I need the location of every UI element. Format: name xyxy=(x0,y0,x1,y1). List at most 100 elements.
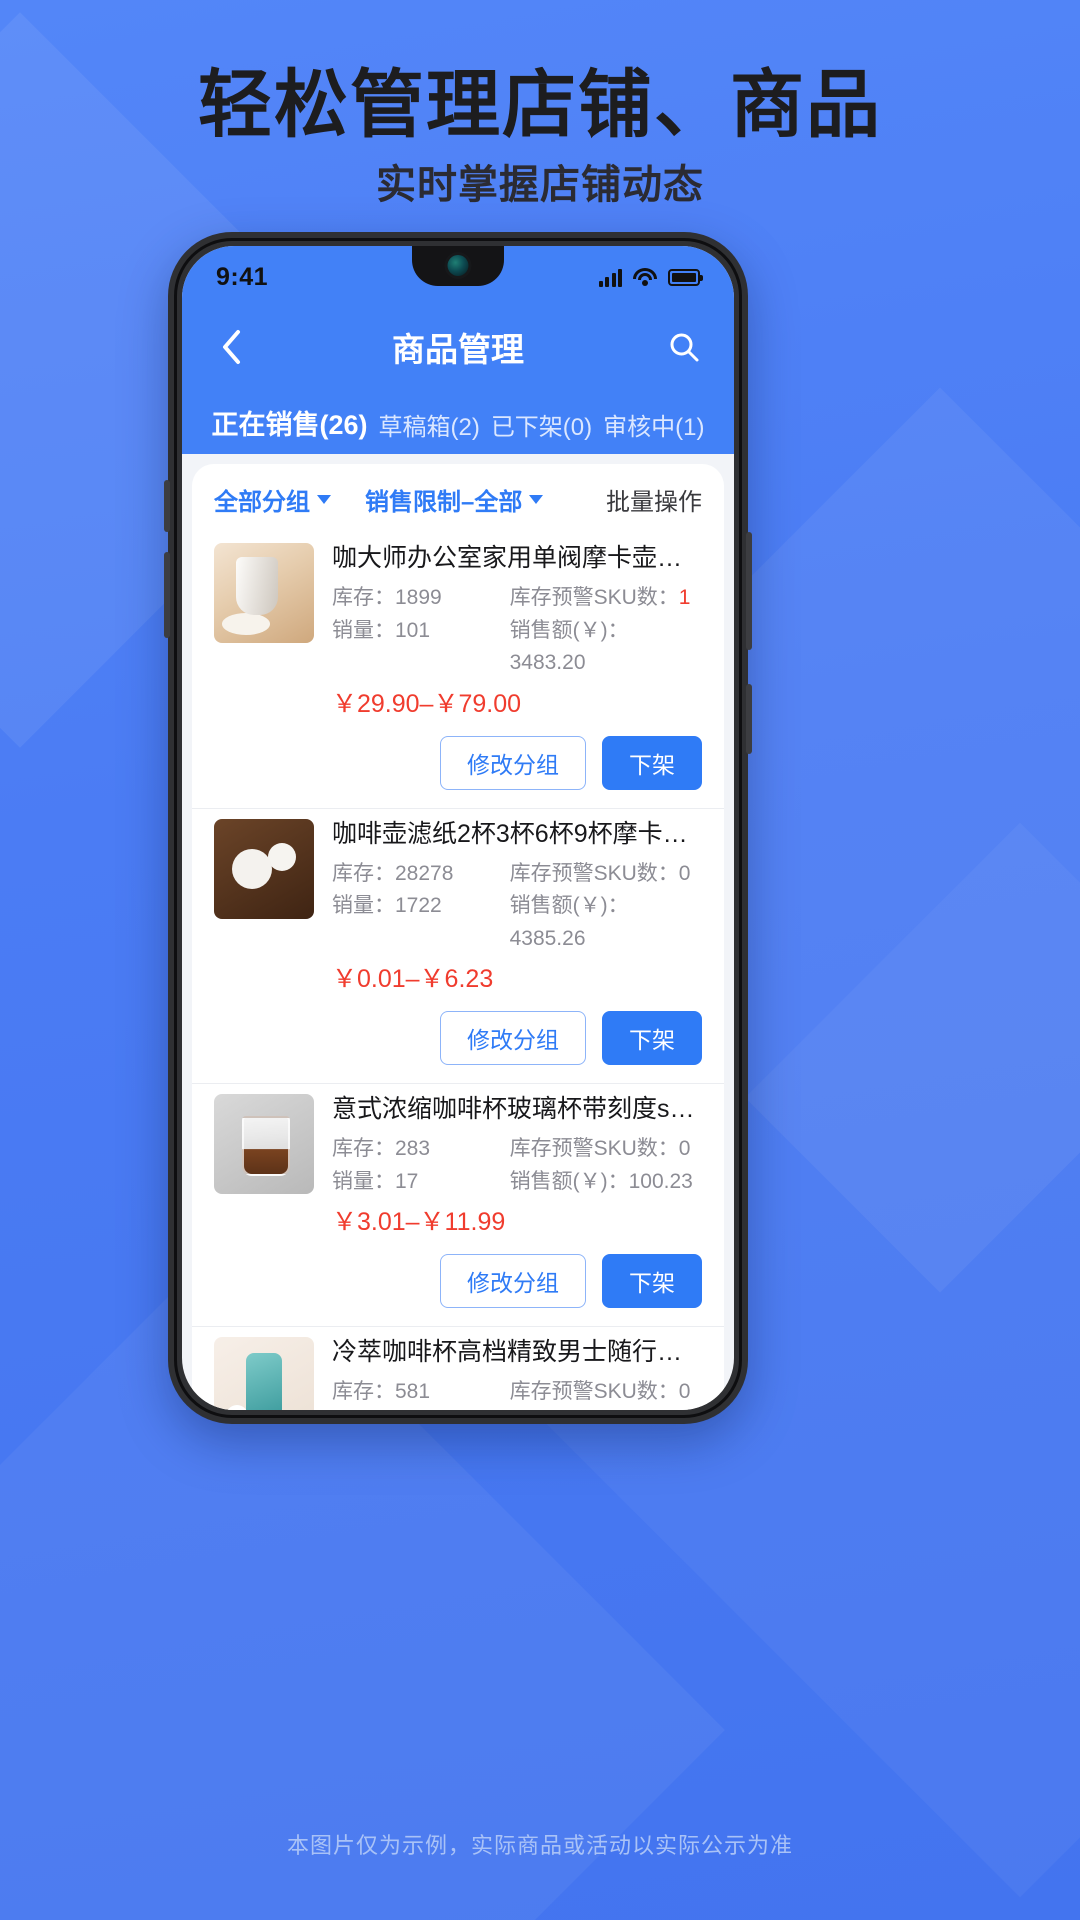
phone-power-button xyxy=(746,532,752,650)
product-stock-warning: 库存预警SKU数：0 xyxy=(510,1133,702,1166)
warn-label: 库存预警SKU数： xyxy=(509,1380,679,1404)
product-stock: 库存：1899 xyxy=(332,582,510,615)
product-sales: 销量：101 xyxy=(332,615,510,680)
warn-value: 0 xyxy=(678,861,691,885)
take-down-button[interactable]: 下架 xyxy=(602,1011,702,1066)
take-down-button[interactable]: 下架 xyxy=(602,1254,702,1309)
camera-notch xyxy=(412,246,504,286)
product-actions: 修改分组 下架 xyxy=(214,720,702,808)
product-price: ￥29.90–￥79.00 xyxy=(332,689,522,718)
product-sales: 销量：19 xyxy=(332,1409,510,1410)
phone-screen: 9:41 商品管理 正在销售(26) 草稿箱(2) 已下架(0) 审核中(1) … xyxy=(182,246,734,1410)
status-icons xyxy=(598,268,703,287)
warn-value: 1 xyxy=(678,586,691,609)
product-card[interactable]: 冷萃咖啡杯高档精致男士随行杯便携外带… 库存：581 库存预警SKU数：0 xyxy=(192,1326,724,1410)
amount-value: 100.23 xyxy=(628,1169,693,1193)
filter-bar: 全部分组 销售限制–全部 批量操作 xyxy=(192,464,724,533)
product-amount: 销售额(￥)： 3483.20 xyxy=(510,615,702,680)
sales-value: 101 xyxy=(395,618,431,642)
product-sales: 销量：17 xyxy=(332,1166,510,1199)
product-price: ￥0.01–￥6.23 xyxy=(332,965,494,994)
wifi-icon xyxy=(633,268,657,286)
product-card[interactable]: 咖啡壶滤纸2杯3杯6杯9杯摩卡壶圆形一… 库存：28278 库存预警SKU数：0 xyxy=(192,807,724,1084)
sales-label: 销量： xyxy=(332,618,395,642)
product-name: 咖啡壶滤纸2杯3杯6杯9杯摩卡壶圆形一… xyxy=(332,819,702,848)
camera-icon xyxy=(447,255,469,276)
sales-label: 销量： xyxy=(332,1169,395,1193)
tab-on-sale[interactable]: 正在销售(26) xyxy=(206,403,373,454)
product-stock: 库存：283 xyxy=(332,1133,510,1166)
amount-label: 销售额(￥)： xyxy=(509,618,629,642)
amount-label: 销售额(￥)： xyxy=(509,894,629,918)
product-stock: 库存：581 xyxy=(332,1376,510,1409)
promo-disclaimer: 本图片仅为示例，实际商品或活动以实际公示为准 xyxy=(286,1833,793,1858)
warn-value: 0 xyxy=(678,1380,691,1404)
stock-label: 库存： xyxy=(332,1137,395,1161)
chevron-down-icon xyxy=(317,495,331,504)
stock-label: 库存： xyxy=(332,586,395,609)
product-thumbnail xyxy=(214,818,314,919)
filter-group-label: 全部分组 xyxy=(214,489,310,516)
product-list: 咖大师办公室家用单阀摩卡壶意式咖啡壶… 库存：1899 库存预警SKU数：1 xyxy=(192,533,724,1410)
sales-value: 1722 xyxy=(395,894,442,918)
product-stock-warning: 库存预警SKU数：0 xyxy=(510,858,702,891)
product-stock-warning: 库存预警SKU数：0 xyxy=(510,1376,702,1409)
stock-label: 库存： xyxy=(332,861,395,885)
stock-label: 库存： xyxy=(332,1380,395,1404)
signal-bars-icon xyxy=(598,268,622,287)
product-card[interactable]: 意式浓缩咖啡杯玻璃杯带刻度shot盅司量… 库存：283 库存预警SKU数：0 xyxy=(192,1083,724,1326)
filter-sale-limit-dropdown[interactable]: 销售限制–全部 xyxy=(365,482,544,517)
stock-value: 581 xyxy=(395,1380,431,1404)
product-thumbnail xyxy=(214,543,314,643)
batch-operation-button[interactable]: 批量操作 xyxy=(606,482,702,517)
warn-label: 库存预警SKU数： xyxy=(509,1137,679,1161)
status-clock: 9:41 xyxy=(216,262,269,291)
tab-removed[interactable]: 已下架(0) xyxy=(485,407,597,454)
nav-bar: 商品管理 xyxy=(182,308,734,386)
filter-sale-limit-label: 销售限制–全部 xyxy=(365,489,523,516)
warn-label: 库存预警SKU数： xyxy=(509,861,679,885)
phone-mockup: 9:41 商品管理 正在销售(26) 草稿箱(2) 已下架(0) 审核中(1) … xyxy=(164,232,752,1424)
promo-headline: 轻松管理店铺、商品 xyxy=(198,63,882,146)
amount-value: 4385.26 xyxy=(509,926,586,950)
battery-icon xyxy=(668,268,703,286)
chevron-down-icon xyxy=(529,495,544,504)
product-thumbnail xyxy=(214,1094,314,1195)
amount-value: 3483.20 xyxy=(509,651,586,675)
sales-value: 17 xyxy=(395,1169,419,1193)
product-stock-warning: 库存预警SKU数：1 xyxy=(510,582,702,615)
edit-group-button[interactable]: 修改分组 xyxy=(440,1011,586,1066)
product-card[interactable]: 咖大师办公室家用单阀摩卡壶意式咖啡壶… 库存：1899 库存预警SKU数：1 xyxy=(192,533,724,808)
stock-value: 283 xyxy=(395,1137,431,1161)
stock-value: 1899 xyxy=(395,586,442,609)
warn-value: 0 xyxy=(678,1137,691,1161)
product-thumbnail xyxy=(214,1337,314,1410)
amount-label: 销售额(￥)： xyxy=(509,1169,629,1193)
product-price: ￥3.01–￥11.99 xyxy=(332,1208,506,1237)
product-amount: 销售额(￥)： 4385.26 xyxy=(510,890,702,955)
content-sheet: 全部分组 销售限制–全部 批量操作 咖大师办公室家用单阀摩卡壶意式咖啡壶… xyxy=(192,464,724,1410)
product-amount: 销售额(￥)：692.08 xyxy=(510,1409,702,1410)
tab-bar: 正在销售(26) 草稿箱(2) 已下架(0) 审核中(1) xyxy=(182,386,734,454)
edit-group-button[interactable]: 修改分组 xyxy=(440,735,586,790)
product-actions: 修改分组 下架 xyxy=(214,1238,702,1326)
take-down-button[interactable]: 下架 xyxy=(602,735,702,790)
status-bar: 9:41 xyxy=(182,246,734,308)
promo-subhead: 实时掌握店铺动态 xyxy=(376,163,704,207)
edit-group-button[interactable]: 修改分组 xyxy=(440,1254,586,1309)
page-title: 商品管理 xyxy=(392,331,524,368)
search-icon[interactable] xyxy=(664,327,704,367)
tab-in-review[interactable]: 审核中(1) xyxy=(598,407,710,454)
filter-group-dropdown[interactable]: 全部分组 xyxy=(214,482,331,517)
tab-drafts[interactable]: 草稿箱(2) xyxy=(373,407,485,454)
product-actions: 修改分组 下架 xyxy=(214,995,702,1083)
stock-value: 28278 xyxy=(395,861,454,885)
back-chevron-icon[interactable] xyxy=(212,328,250,366)
product-stock: 库存：28278 xyxy=(332,858,510,891)
warn-label: 库存预警SKU数： xyxy=(509,586,679,609)
product-name: 意式浓缩咖啡杯玻璃杯带刻度shot盅司量… xyxy=(332,1095,702,1124)
sales-label: 销量： xyxy=(332,894,395,918)
product-name: 冷萃咖啡杯高档精致男士随行杯便携外带… xyxy=(332,1338,702,1367)
product-amount: 销售额(￥)：100.23 xyxy=(510,1166,702,1199)
product-sales: 销量：1722 xyxy=(332,890,510,955)
